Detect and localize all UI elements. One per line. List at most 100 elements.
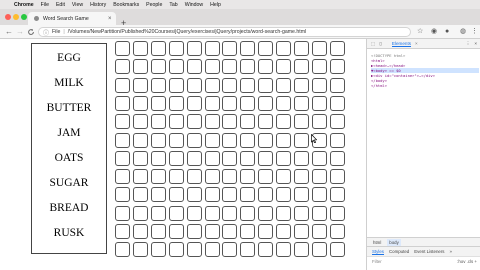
window-minimize-button[interactable] <box>13 14 19 20</box>
grid-cell[interactable] <box>115 132 130 148</box>
grid-cell[interactable] <box>204 224 220 239</box>
grid-cell[interactable] <box>168 41 184 56</box>
grid-cell[interactable] <box>258 242 274 258</box>
grid-cell[interactable] <box>294 95 309 111</box>
extension-icon[interactable]: ◉ <box>431 27 437 37</box>
forward-icon[interactable]: → <box>16 26 24 38</box>
grid-cell[interactable] <box>186 242 202 258</box>
menu-window[interactable]: Window <box>185 2 203 8</box>
grid-cell[interactable] <box>132 77 148 93</box>
tab-more[interactable]: » <box>450 249 452 254</box>
menu-tab[interactable]: Tab <box>169 2 177 8</box>
grid-cell[interactable] <box>150 150 166 166</box>
menu-history[interactable]: History <box>90 2 106 8</box>
grid-cell[interactable] <box>186 41 202 56</box>
grid-cell[interactable] <box>276 132 292 148</box>
grid-cell[interactable] <box>240 205 256 221</box>
grid-cell[interactable] <box>276 77 292 93</box>
grid-cell[interactable] <box>240 41 256 56</box>
crumb-html[interactable]: html <box>371 239 383 246</box>
grid-cell[interactable] <box>329 242 345 258</box>
grid-cell[interactable] <box>186 187 202 203</box>
grid-cell[interactable] <box>186 150 202 166</box>
grid-cell[interactable] <box>132 59 148 75</box>
grid-cell[interactable] <box>294 114 309 130</box>
grid-cell[interactable] <box>240 114 256 130</box>
reload-icon[interactable] <box>27 26 35 40</box>
grid-cell[interactable] <box>240 59 256 75</box>
grid-cell[interactable] <box>311 224 327 239</box>
grid-cell[interactable] <box>204 132 220 148</box>
tab-elements[interactable]: Elements <box>391 41 412 47</box>
grid-cell[interactable] <box>258 205 274 221</box>
grid-cell[interactable] <box>311 77 327 93</box>
browser-tab[interactable]: Word Search Game × <box>28 12 116 25</box>
account-icon[interactable]: ● <box>445 27 449 37</box>
menu-people[interactable]: People <box>146 2 162 8</box>
grid-cell[interactable] <box>329 150 345 166</box>
grid-cell[interactable] <box>168 187 184 203</box>
grid-cell[interactable] <box>294 205 309 221</box>
window-close-button[interactable] <box>5 14 11 20</box>
grid-cell[interactable] <box>222 205 238 221</box>
filter-toggles[interactable]: :hov .cls + <box>457 259 477 264</box>
grid-cell[interactable] <box>168 205 184 221</box>
grid-cell[interactable] <box>115 187 130 203</box>
grid-cell[interactable] <box>186 77 202 93</box>
grid-cell[interactable] <box>150 59 166 75</box>
grid-cell[interactable] <box>240 187 256 203</box>
grid-cell[interactable] <box>294 150 309 166</box>
grid-cell[interactable] <box>132 169 148 185</box>
grid-cell[interactable] <box>222 77 238 93</box>
menu-chrome[interactable]: Chrome <box>14 2 34 8</box>
grid-cell[interactable] <box>276 242 292 258</box>
grid-cell[interactable] <box>168 132 184 148</box>
grid-cell[interactable] <box>258 132 274 148</box>
tab-styles[interactable]: Styles <box>372 249 384 255</box>
grid-cell[interactable] <box>329 224 345 239</box>
tab-close-icon[interactable]: × <box>108 16 116 22</box>
grid-cell[interactable] <box>311 150 327 166</box>
grid-cell[interactable] <box>132 150 148 166</box>
grid-cell[interactable] <box>294 187 309 203</box>
menu-edit[interactable]: Edit <box>56 2 65 8</box>
grid-cell[interactable] <box>311 187 327 203</box>
grid-cell[interactable] <box>222 169 238 185</box>
grid-cell[interactable] <box>150 205 166 221</box>
grid-cell[interactable] <box>329 41 345 56</box>
window-maximize-button[interactable] <box>21 14 27 20</box>
menu-bookmarks[interactable]: Bookmarks <box>113 2 139 8</box>
grid-cell[interactable] <box>168 59 184 75</box>
grid-cell[interactable] <box>168 169 184 185</box>
grid-cell[interactable] <box>329 77 345 93</box>
grid-cell[interactable] <box>311 59 327 75</box>
grid-cell[interactable] <box>115 150 130 166</box>
grid-cell[interactable] <box>240 224 256 239</box>
grid-cell[interactable] <box>329 132 345 148</box>
grid-cell[interactable] <box>204 150 220 166</box>
grid-cell[interactable] <box>115 59 130 75</box>
grid-cell[interactable] <box>222 224 238 239</box>
grid-cell[interactable] <box>258 150 274 166</box>
grid-cell[interactable] <box>258 114 274 130</box>
grid-cell[interactable] <box>240 77 256 93</box>
grid-cell[interactable] <box>186 95 202 111</box>
tab-event-listeners[interactable]: Event Listeners <box>414 249 444 254</box>
grid-cell[interactable] <box>115 77 130 93</box>
grid-cell[interactable] <box>132 205 148 221</box>
grid-cell[interactable] <box>168 95 184 111</box>
grid-cell[interactable] <box>222 187 238 203</box>
grid-cell[interactable] <box>294 242 309 258</box>
profile-avatar-icon[interactable]: ◍ <box>460 27 466 37</box>
grid-cell[interactable] <box>222 59 238 75</box>
grid-cell[interactable] <box>311 95 327 111</box>
grid-cell[interactable] <box>168 114 184 130</box>
grid-cell[interactable] <box>294 132 309 148</box>
grid-cell[interactable] <box>115 114 130 130</box>
address-bar[interactable]: ⓘ File | /Volumes/NewPartition/Published… <box>38 27 411 37</box>
grid-cell[interactable] <box>276 41 292 56</box>
grid-cell[interactable] <box>204 95 220 111</box>
grid-cell[interactable] <box>329 114 345 130</box>
menu-help[interactable]: Help <box>210 2 221 8</box>
grid-cell[interactable] <box>204 77 220 93</box>
